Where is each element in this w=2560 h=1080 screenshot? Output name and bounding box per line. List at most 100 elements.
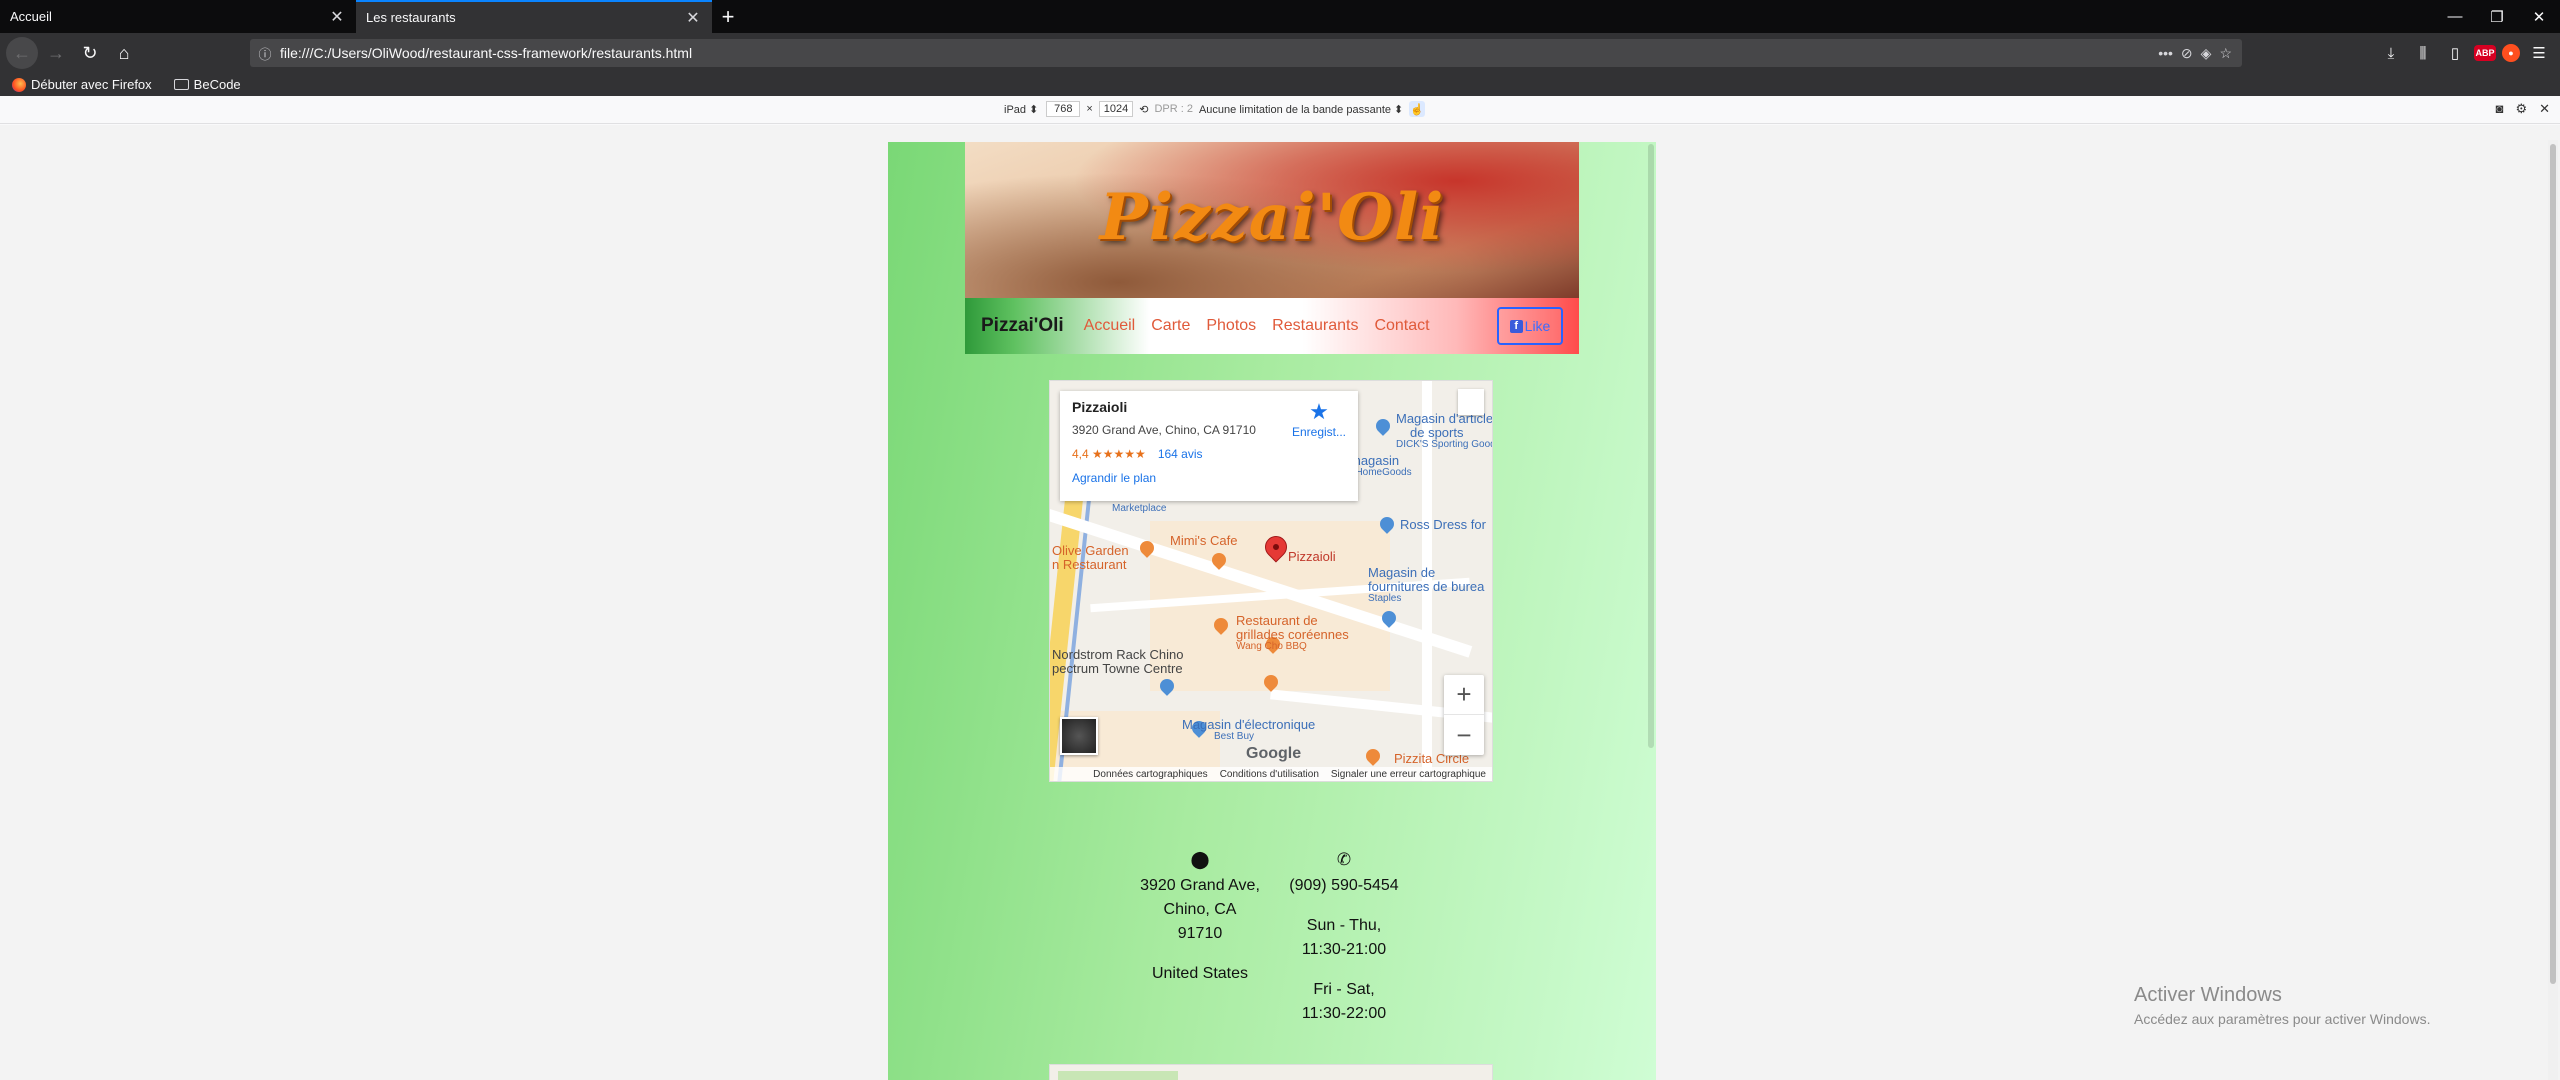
site-brand[interactable]: Pizzai'Oli — [981, 315, 1064, 337]
nav-link-accueil[interactable]: Accueil — [1084, 317, 1136, 335]
map-footer: Données cartographiques Conditions d'uti… — [1050, 767, 1492, 781]
map-label-office-2[interactable]: fournitures de burea — [1368, 579, 1484, 594]
close-tab-icon[interactable]: ✕ — [328, 7, 346, 27]
hours-weekday-time: 11:30-21:00 — [1301, 941, 1387, 958]
bookmark-label: Débuter avec Firefox — [31, 77, 152, 92]
hours-weekend: Fri - Sat, 11:30-22:00 — [1284, 978, 1404, 1026]
shop-pin-icon[interactable] — [1373, 416, 1393, 436]
window-controls: — ❐ ✕ — [2434, 0, 2560, 33]
address-line-2: Chino, CA 91710 — [1163, 901, 1237, 942]
home-icon[interactable]: ⌂ — [108, 37, 140, 69]
nav-link-contact[interactable]: Contact — [1374, 317, 1429, 335]
viewport-scrollbar[interactable] — [1648, 144, 1654, 748]
minimize-icon[interactable]: — — [2434, 0, 2476, 33]
rotate-icon[interactable]: ⟲ — [1139, 103, 1148, 116]
nav-link-photos[interactable]: Photos — [1206, 317, 1256, 335]
hero-banner: Pizzai'Oli — [965, 142, 1579, 298]
close-rdm-icon[interactable]: ✕ — [2539, 101, 2550, 117]
star-icon: ★ — [1309, 399, 1329, 424]
phone-hours-column: ✆ (909) 590-5454 Sun - Thu, 11:30-21:00 … — [1284, 848, 1404, 1042]
google-map[interactable]: Pizzaioli Mimi's Cafe Olive Garden n Res… — [1049, 380, 1493, 782]
nav-link-carte[interactable]: Carte — [1151, 317, 1190, 335]
restaurant-pin-icon[interactable] — [1363, 746, 1383, 766]
account-avatar[interactable]: ● — [2502, 44, 2520, 62]
touch-simulation-icon[interactable]: ☝ — [1409, 101, 1426, 117]
zoom-out-button[interactable]: − — [1444, 715, 1484, 755]
library-icon[interactable]: ⫼ — [2410, 40, 2436, 66]
like-label: Like — [1524, 318, 1551, 334]
page-scrollbar[interactable] — [2548, 140, 2558, 1080]
hours-weekday: Sun - Thu, 11:30-21:00 — [1284, 914, 1404, 962]
dpr-select[interactable]: DPR : 2 — [1154, 103, 1193, 115]
facebook-like-button[interactable]: f Like — [1497, 307, 1563, 345]
map-label-korean-2[interactable]: grillades coréennes — [1236, 627, 1349, 642]
map-label-pizzaioli[interactable]: Pizzaioli — [1288, 549, 1336, 564]
tab-les-restaurants[interactable]: Les restaurants ✕ — [356, 0, 712, 33]
sidebar-icon[interactable]: ▯ — [2442, 40, 2468, 66]
map-label-office-1[interactable]: Magasin de — [1368, 565, 1435, 580]
map-label-olive-garden-2[interactable]: n Restaurant — [1052, 557, 1126, 572]
close-window-icon[interactable]: ✕ — [2518, 0, 2560, 33]
nav-link-restaurants[interactable]: Restaurants — [1272, 317, 1358, 335]
map-label-mimis[interactable]: Mimi's Cafe — [1170, 533, 1238, 548]
map-label-staples[interactable]: Staples — [1368, 593, 1401, 604]
new-tab-icon[interactable]: + — [712, 0, 744, 33]
bookmark-star-icon[interactable]: ☆ — [2219, 45, 2232, 62]
scrollbar-thumb[interactable] — [2550, 144, 2556, 984]
restore-icon[interactable]: ❐ — [2476, 0, 2518, 33]
downloads-icon[interactable]: ⤓ — [2378, 40, 2404, 66]
pocket-icon[interactable]: ◈ — [2201, 45, 2212, 62]
map-park-area — [1058, 1071, 1178, 1080]
viewport-height-input[interactable]: 1024 — [1098, 101, 1134, 117]
bookmark-firefox[interactable]: Débuter avec Firefox — [12, 77, 152, 92]
navigation-toolbar: ← → ↻ ⌂ ⓘ file:///C:/Users/OliWood/resta… — [0, 33, 2560, 73]
second-map-preview[interactable] — [1049, 1064, 1493, 1080]
screenshot-icon[interactable]: ⊘ — [2181, 45, 2193, 62]
place-rating: 4,4 ★★★★★ — [1072, 447, 1146, 461]
close-tab-icon[interactable]: ✕ — [684, 8, 702, 28]
map-label-marketplace[interactable]: Marketplace — [1112, 503, 1166, 514]
url-bar[interactable]: ⓘ file:///C:/Users/OliWood/restaurant-cs… — [250, 39, 2242, 67]
banner-title: Pizzai'Oli — [1099, 180, 1445, 255]
viewport-width-input[interactable]: 768 — [1046, 101, 1081, 117]
settings-gear-icon[interactable]: ⚙ — [2515, 101, 2527, 117]
map-label-electronics[interactable]: Magasin d'électronique — [1182, 717, 1315, 732]
tab-accueil[interactable]: Accueil ✕ — [0, 0, 356, 33]
menu-icon[interactable]: ☰ — [2526, 40, 2552, 66]
map-label-dicks[interactable]: DICK'S Sporting Good — [1396, 439, 1492, 450]
map-label-korean-1[interactable]: Restaurant de — [1236, 613, 1318, 628]
device-select[interactable]: iPad ⬍ — [1002, 103, 1040, 116]
windows-activation-watermark: Activer Windows Accédez aux paramètres p… — [2134, 984, 2430, 1027]
toolbar-right: ⤓ ⫼ ▯ ABP ● ☰ — [2378, 33, 2560, 73]
more-actions-icon[interactable]: ••• — [2158, 45, 2173, 62]
address-line-1: 3920 Grand Ave, — [1140, 877, 1260, 894]
adblock-icon[interactable]: ABP — [2474, 45, 2496, 61]
satellite-toggle[interactable] — [1060, 717, 1098, 755]
forward-arrow-icon[interactable]: → — [40, 37, 72, 69]
info-icon[interactable]: ⓘ — [250, 44, 280, 63]
reload-icon[interactable]: ↻ — [74, 37, 106, 69]
fullscreen-icon[interactable] — [1458, 389, 1484, 415]
map-label-spectrum[interactable]: pectrum Towne Centre — [1052, 661, 1183, 676]
report-error-link[interactable]: Signaler une erreur cartographique — [1331, 769, 1486, 780]
country: United States — [1151, 965, 1249, 982]
throttle-select[interactable]: Aucune limitation de la bande passante ⬍ — [1199, 103, 1403, 116]
map-label-olive-garden[interactable]: Olive Garden — [1052, 543, 1129, 558]
camera-icon[interactable]: ◙ — [2496, 101, 2504, 117]
zoom-in-button[interactable]: + — [1444, 675, 1484, 715]
responsive-design-toolbar: iPad ⬍ 768 × 1024 ⟲ DPR : 2 Aucune limit… — [0, 96, 2560, 124]
enlarge-map-link[interactable]: Agrandir le plan — [1072, 471, 1346, 485]
map-label-sports-2[interactable]: de sports — [1410, 425, 1463, 440]
reviews-link[interactable]: 164 avis — [1158, 447, 1203, 461]
save-place-button[interactable]: ★ Enregist... — [1292, 399, 1346, 439]
back-arrow-icon[interactable]: ← — [6, 37, 38, 69]
map-label-wang-cho[interactable]: Wang Cho BBQ — [1236, 641, 1307, 652]
url-text[interactable]: file:///C:/Users/OliWood/restaurant-css-… — [280, 45, 2158, 61]
map-label-ross[interactable]: Ross Dress for — [1400, 517, 1486, 532]
place-info-card: Pizzaioli 3920 Grand Ave, Chino, CA 9171… — [1060, 391, 1358, 501]
map-data-link[interactable]: Données cartographiques — [1093, 769, 1208, 780]
map-label-best-buy[interactable]: Best Buy — [1214, 731, 1254, 742]
terms-link[interactable]: Conditions d'utilisation — [1220, 769, 1319, 780]
map-label-nordstrom[interactable]: Nordstrom Rack Chino — [1052, 647, 1184, 662]
bookmark-becode[interactable]: BeCode — [173, 77, 241, 92]
